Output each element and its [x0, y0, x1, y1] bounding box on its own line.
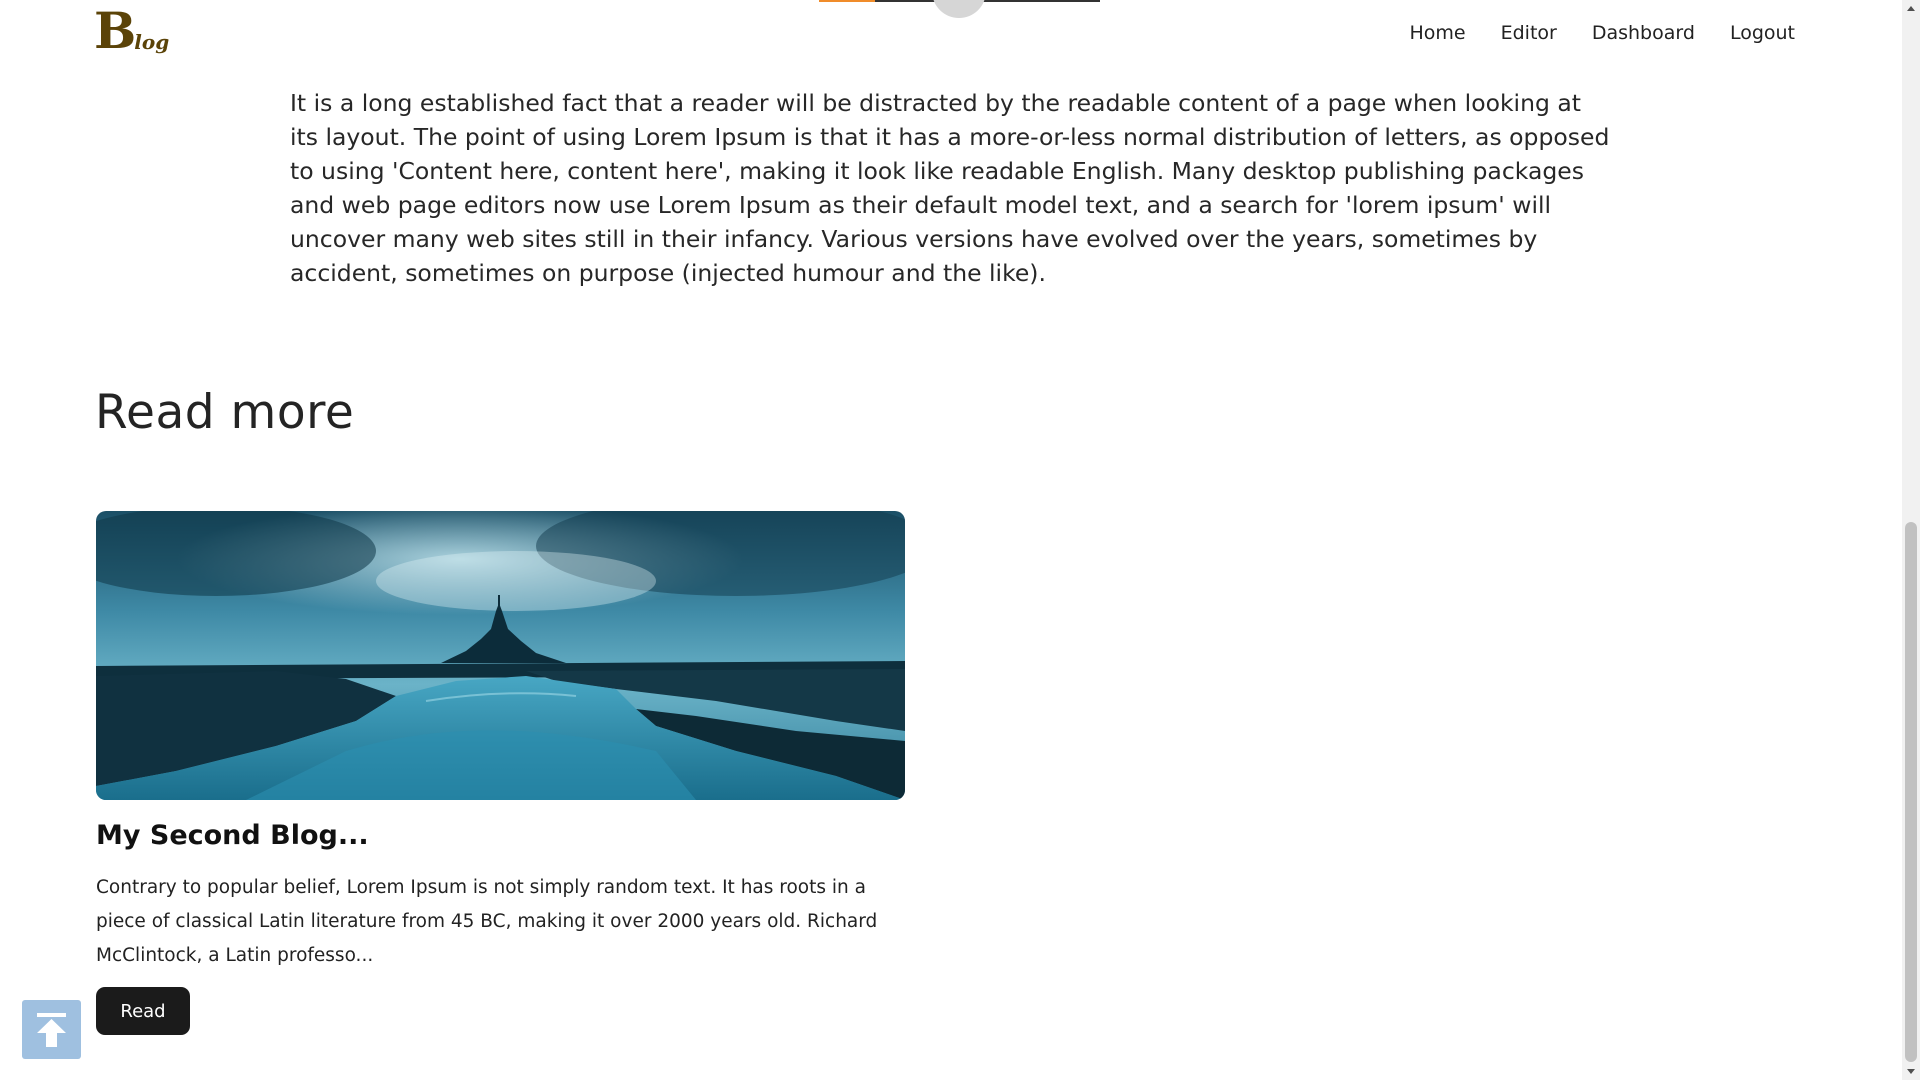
nav-home-link[interactable]: Home	[1410, 22, 1466, 44]
nav-dashboard-link[interactable]: Dashboard	[1592, 22, 1695, 44]
read-more-heading: Read more	[95, 385, 355, 440]
arrow-up-to-line-icon	[37, 1013, 66, 1047]
nav-editor-link[interactable]: Editor	[1501, 22, 1557, 44]
scroll-down-arrow-icon[interactable]	[1907, 1069, 1915, 1074]
read-button[interactable]: Read	[96, 987, 190, 1035]
scrollbar-thumb[interactable]	[1905, 522, 1917, 1062]
nav-logout-link[interactable]: Logout	[1730, 22, 1795, 44]
logo-suffix: log	[134, 30, 170, 54]
nav-menu: Home Editor Dashboard Logout	[1410, 22, 1796, 44]
blog-card-excerpt: Contrary to popular belief, Lorem Ipsum …	[96, 877, 878, 966]
blog-card-title[interactable]: My Second Blog...	[96, 820, 369, 851]
logo-letter: B	[94, 1, 136, 60]
page: Blog Home Editor Dashboard Logout It is …	[0, 0, 1920, 1080]
back-to-top-button[interactable]	[22, 1000, 81, 1059]
navbar: Blog Home Editor Dashboard Logout	[0, 0, 1902, 72]
article-body: It is a long established fact that a rea…	[290, 89, 1610, 287]
blog-card-image[interactable]	[96, 511, 905, 800]
scroll-up-arrow-icon[interactable]	[1907, 6, 1915, 11]
vertical-scrollbar[interactable]	[1902, 0, 1920, 1080]
site-logo[interactable]: Blog	[94, 6, 169, 56]
